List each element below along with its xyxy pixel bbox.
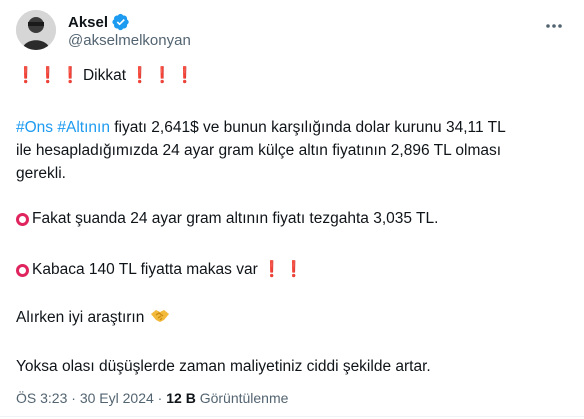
- tweet-paragraph-5: Alırken iyi araştırın: [16, 306, 170, 329]
- handshake-icon: [151, 310, 170, 322]
- exclamation-icon: ❗: [60, 67, 83, 84]
- tweet-header: Aksel @akselmelkonyan: [16, 10, 568, 54]
- paragraph-5-text: Alırken iyi araştırın: [16, 309, 145, 326]
- separator: ·: [67, 390, 80, 406]
- tweet-time[interactable]: ÖS 3:23: [16, 390, 67, 406]
- exclamation-icon: ❗: [38, 67, 61, 84]
- verified-badge-icon: [112, 13, 129, 31]
- tweet-meta: ÖS 3:23 · 30 Eyl 2024 · 12 B Görüntülenm…: [16, 390, 288, 406]
- exclamation-icon: ❗: [152, 67, 175, 84]
- tweet-paragraph-3: Fakat şuanda 24 ayar gram altının fiyatı…: [16, 207, 438, 230]
- paragraph-2-line-1: fiyatı 2,641$ ve bunun karşılığında dola…: [109, 119, 506, 136]
- tweet-line-1: ❗❗❗Dikkat ❗❗❗: [16, 64, 197, 87]
- exclamation-icon: ❗: [284, 261, 307, 278]
- more-options-icon[interactable]: [544, 16, 564, 36]
- exclamation-icon: ❗: [130, 67, 153, 84]
- paragraph-3-text: Fakat şuanda 24 ayar gram altının fiyatı…: [32, 210, 439, 227]
- exclamation-icon: ❗: [174, 67, 198, 84]
- exclamation-icon: ❗: [16, 67, 39, 84]
- author-name[interactable]: Aksel: [68, 14, 108, 31]
- paragraph-4-text: Kabaca 140 TL fiyatta makas var: [32, 261, 258, 278]
- author-handle[interactable]: @akselmelkonyan: [68, 32, 191, 49]
- paragraph-2-line-2: ile hesapladığımızda 24 ayar gram külçe …: [16, 142, 502, 159]
- hashtag-altinin[interactable]: #Altının: [57, 119, 110, 136]
- exclamation-icon: ❗: [262, 261, 285, 278]
- views-count: 12 B: [166, 390, 196, 406]
- tweet-paragraph-4: Kabaca 140 TL fiyatta makas var ❗❗: [16, 258, 307, 281]
- views-label: Görüntülenme: [195, 390, 289, 406]
- divider: [0, 416, 584, 417]
- separator: ·: [153, 390, 167, 406]
- tweet-paragraph-6: Yoksa olası düşüşlerde zaman maliyetiniz…: [16, 358, 431, 375]
- red-circle-icon: [16, 264, 29, 277]
- paragraph-2-line-3: gerekli.: [16, 165, 66, 182]
- avatar[interactable]: [16, 10, 56, 50]
- alert-word: Dikkat: [82, 67, 127, 84]
- tweet-date[interactable]: 30 Eyl 2024: [80, 390, 154, 406]
- tweet-paragraph-2: #Ons #Altının fiyatı 2,641$ ve bunun kar…: [16, 116, 506, 139]
- red-circle-icon: [16, 213, 29, 226]
- hashtag-ons[interactable]: #Ons: [16, 119, 53, 136]
- person-avatar-icon: [16, 10, 56, 50]
